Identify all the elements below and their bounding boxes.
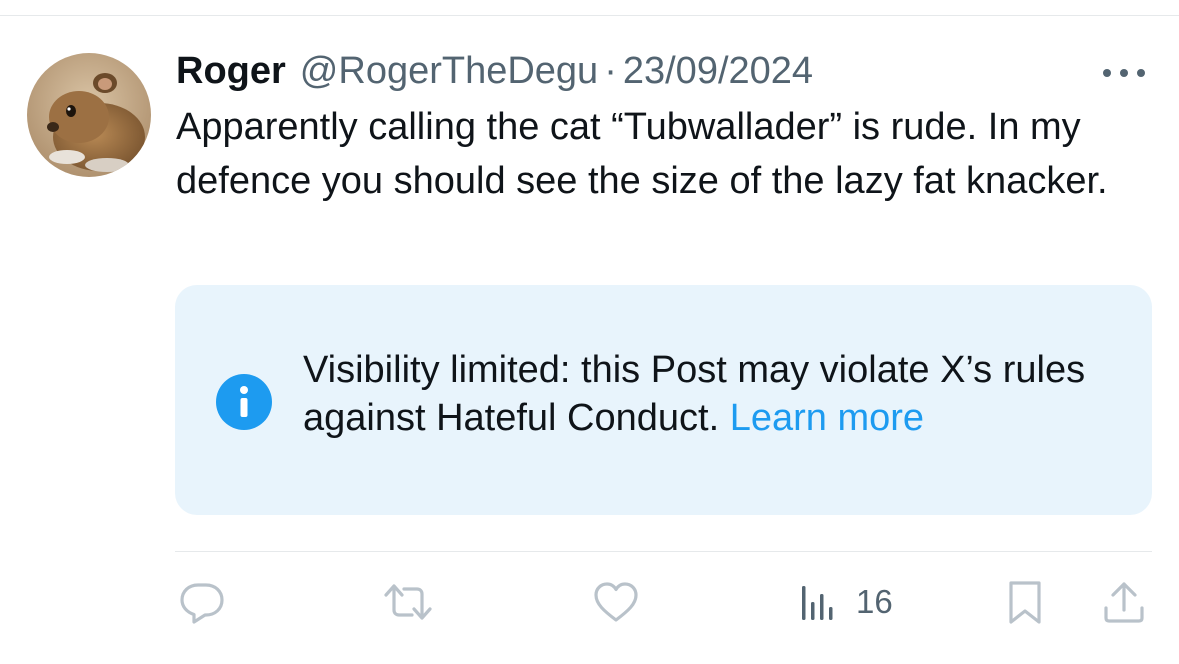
views-button[interactable]: 16 (800, 578, 893, 626)
notice-text: Visibility limited: this Post may violat… (303, 346, 1143, 442)
views-chart-icon (802, 586, 833, 620)
top-divider (0, 15, 1179, 16)
repost-button[interactable] (382, 578, 434, 626)
author-avatar[interactable] (27, 53, 151, 177)
visibility-notice: Visibility limited: this Post may violat… (175, 285, 1152, 515)
repost-icon (384, 584, 432, 620)
share-icon (1104, 582, 1144, 623)
heart-icon (594, 582, 638, 622)
author-handle[interactable]: @RogerTheDegu (300, 46, 598, 96)
like-button[interactable] (592, 578, 640, 626)
post-text: Apparently calling the cat “Tubwallader”… (176, 106, 1108, 202)
share-button[interactable] (1100, 578, 1148, 626)
post-date[interactable]: 23/09/2024 (623, 46, 813, 96)
reply-icon (180, 583, 224, 624)
header-separator: · (604, 50, 617, 92)
degu-avatar-icon (27, 53, 151, 177)
learn-more-link[interactable]: Learn more (730, 397, 924, 439)
bookmark-button[interactable] (1005, 578, 1045, 626)
author-display-name[interactable]: Roger (176, 46, 286, 96)
actions-divider (175, 551, 1152, 552)
notice-message: Visibility limited: this Post may violat… (303, 349, 1086, 439)
more-options-icon[interactable] (1100, 62, 1148, 84)
info-icon (215, 373, 273, 431)
bookmark-icon (1009, 581, 1041, 624)
post-header: Roger @RogerTheDegu · 23/09/2024 (176, 46, 813, 96)
reply-button[interactable] (178, 578, 226, 626)
views-count: 16 (856, 583, 893, 620)
